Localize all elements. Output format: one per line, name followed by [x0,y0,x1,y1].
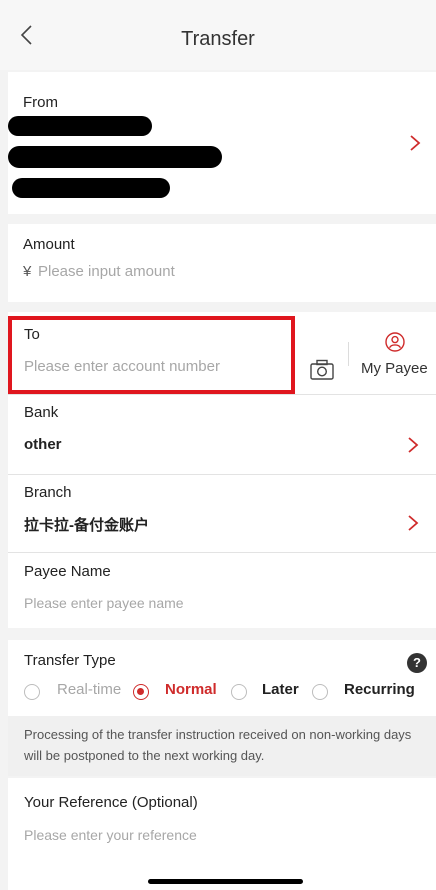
amount-section[interactable]: Amount ¥ Please input amount [8,224,436,302]
redacted-account-3 [12,178,170,198]
processing-notice: Processing of the transfer instruction r… [8,716,436,776]
home-indicator [148,879,303,884]
redacted-account-1 [8,116,152,136]
chevron-right-icon[interactable] [406,514,420,532]
reference-section: Your Reference (Optional) Please enter y… [8,778,436,890]
chevron-right-icon[interactable] [406,436,420,454]
transfer-type-section: Transfer Type ? Real-time Normal Later R… [8,640,436,716]
divider [8,394,436,395]
branch-value[interactable]: 拉卡拉-备付金账户 [24,514,149,535]
my-payee-button[interactable]: My Payee [361,360,428,377]
transfer-type-label: Transfer Type [24,652,116,669]
payee-name-label: Payee Name [24,563,111,580]
amount-label: Amount [23,236,75,253]
redacted-account-2 [8,146,222,168]
currency-symbol: ¥ [23,263,32,280]
page-title: Transfer [181,28,255,50]
option-recurring-label[interactable]: Recurring [344,681,415,698]
reference-input[interactable]: Please enter your reference [24,827,197,843]
chevron-right-icon[interactable] [408,134,422,152]
radio-real-time[interactable] [24,684,40,700]
from-section[interactable]: From [8,72,436,214]
radio-later[interactable] [231,684,247,700]
divider [8,552,436,553]
amount-input[interactable]: Please input amount [38,263,175,280]
option-later-label[interactable]: Later [262,681,299,698]
option-real-time-label[interactable]: Real-time [57,681,121,698]
camera-icon[interactable] [310,359,334,381]
user-icon[interactable] [385,332,405,352]
help-icon[interactable]: ? [407,653,427,673]
payee-name-input[interactable]: Please enter payee name [24,595,184,611]
vertical-divider [348,342,349,366]
bank-label: Bank [24,404,59,421]
reference-label: Your Reference (Optional) [24,794,198,811]
radio-normal[interactable] [133,684,149,700]
processing-notice-text: Processing of the transfer instruction r… [24,727,412,763]
from-label: From [23,94,58,111]
branch-label: Branch [24,484,72,501]
option-normal-label[interactable]: Normal [165,681,217,698]
highlight-box [8,316,295,394]
bank-value[interactable]: other [24,436,62,453]
radio-recurring[interactable] [312,684,328,700]
divider [8,474,436,475]
